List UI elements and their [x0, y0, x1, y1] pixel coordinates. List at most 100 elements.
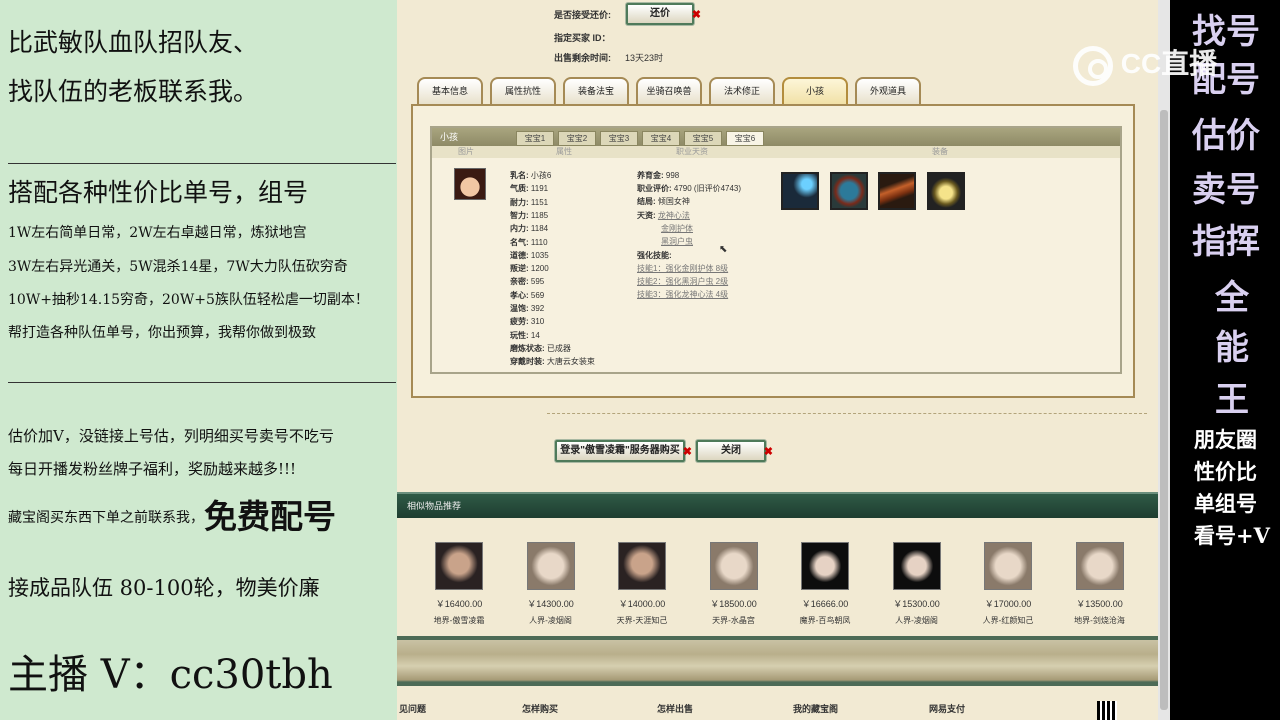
- stat-label: 温饱:: [510, 304, 529, 313]
- footer-link[interactable]: 怎样出售: [657, 702, 693, 715]
- col-prof: 职业天资: [676, 147, 708, 156]
- item-avatar[interactable]: [435, 542, 483, 590]
- ending-value: 倾国女神: [657, 197, 690, 206]
- item-price: ￥18500.00: [710, 599, 757, 609]
- similar-item[interactable]: ￥17000.00 人界-红颜知己: [968, 542, 1048, 626]
- similar-item[interactable]: ￥15300.00 人界-凌烟阁: [877, 542, 957, 626]
- skill-label: 强化技能:: [637, 250, 672, 261]
- eval-label: 职业评价:: [637, 184, 672, 193]
- close-button[interactable]: 关闭 ✖: [696, 440, 773, 462]
- eval-row: 职业评价: 4790 (旧评价4743): [637, 183, 741, 194]
- buyer-id-label: 指定买家 ID：: [554, 33, 611, 43]
- item-avatar[interactable]: [709, 542, 758, 590]
- stat-value: 595: [530, 277, 545, 287]
- item-price: ￥14300.00: [527, 599, 574, 609]
- item-server: 天界-水晶宫: [712, 616, 755, 625]
- talent-link[interactable]: 金刚护体: [661, 223, 693, 234]
- equipment-slot-4[interactable]: [927, 172, 965, 210]
- tab-appearance[interactable]: 外观道具: [855, 77, 921, 104]
- tab-basic-info[interactable]: 基本信息: [417, 77, 483, 104]
- tab-child[interactable]: 小孩: [782, 77, 848, 104]
- stat-value: 1184: [530, 224, 549, 234]
- eval-value: 4790 (旧评价4743): [673, 184, 742, 193]
- stat-row: 耐力: 1151: [510, 197, 548, 208]
- stat-value: 大唐云女装束: [546, 357, 595, 367]
- tab-baby-4[interactable]: 宝宝4: [642, 131, 680, 146]
- footer-link[interactable]: 网易支付: [929, 702, 965, 715]
- item-avatar[interactable]: [801, 542, 849, 590]
- tab-equipment[interactable]: 装备法宝: [563, 77, 629, 104]
- stat-value: 已成器: [546, 343, 571, 353]
- stat-label: 耐力:: [510, 197, 529, 207]
- item-avatar[interactable]: [618, 542, 666, 590]
- item-server: 人界-凌烟阁: [529, 616, 572, 625]
- skill-link[interactable]: 技能2：强化黑洞户虫 2级: [637, 276, 728, 287]
- item-avatar[interactable]: [892, 542, 941, 590]
- similar-item[interactable]: ￥18500.00 天界-水晶宫: [694, 542, 774, 626]
- item-avatar[interactable]: [984, 542, 1032, 590]
- skill-link[interactable]: 技能1：强化金刚护体 8级: [637, 263, 728, 274]
- similar-item[interactable]: ￥16666.00 魔界-百鸟朝凤: [785, 542, 865, 626]
- tab-baby-5[interactable]: 宝宝5: [684, 131, 722, 146]
- talent-label: 天资:: [637, 211, 656, 220]
- item-avatar[interactable]: [1075, 542, 1124, 590]
- similar-item[interactable]: ￥16400.00 地界-傲雪凌霜: [419, 542, 499, 626]
- talent-link[interactable]: 黑洞户虫: [661, 236, 693, 247]
- ad-line: 接成品队伍 80-100轮，物美价廉: [8, 576, 320, 600]
- stat-value: 1185: [530, 210, 549, 220]
- fund-value: 998: [665, 171, 680, 180]
- stat-label: 亲密:: [510, 277, 529, 287]
- item-server: 魔界-百鸟朝凤: [799, 616, 851, 625]
- similar-item[interactable]: ￥14000.00 天界-天涯知己: [602, 542, 682, 626]
- equipment-slot-3[interactable]: [878, 172, 916, 210]
- tab-spell-mod[interactable]: 法术修正: [709, 77, 775, 104]
- accept-counter-label: 是否接受还价:: [554, 10, 611, 20]
- tab-baby-1[interactable]: 宝宝1: [516, 131, 554, 146]
- footer-link[interactable]: 怎样购买: [522, 702, 558, 715]
- ad-big-line: 王: [1215, 380, 1249, 420]
- similar-item[interactable]: ￥13500.00 地界-剑烧沧海: [1060, 542, 1140, 626]
- footer-nav: 见问题 怎样购买 怎样出售 我的藏宝阁 网易支付: [397, 686, 1158, 720]
- ad-line: 藏宝阁买东西下单之前联系我，免费配号: [8, 490, 336, 538]
- ad-line: 找队伍的老板联系我。: [8, 77, 259, 106]
- footer-link[interactable]: 见问题: [399, 702, 426, 715]
- stat-row: 温饱: 392: [510, 303, 544, 314]
- cc-live-watermark: CC直播: [1073, 42, 1243, 92]
- ad-line: 估价加V，没链接上号估，列明细买号卖号不吃亏: [8, 427, 334, 445]
- tab-attributes[interactable]: 属性抗性: [490, 77, 556, 104]
- stat-row: 穿戴时装: 大唐云女装束: [510, 356, 595, 367]
- item-avatar[interactable]: [526, 542, 575, 590]
- stat-row: 玩性: 14: [510, 330, 540, 341]
- skill-label-text: 强化技能:: [637, 251, 672, 260]
- talent-link[interactable]: 龙神心法: [658, 211, 690, 220]
- tab-baby-6[interactable]: 宝宝6: [726, 131, 764, 146]
- ad-big-line: 指挥: [1192, 222, 1260, 262]
- tab-baby-2[interactable]: 宝宝2: [558, 131, 596, 146]
- time-left-value: 13天23时: [625, 53, 664, 63]
- stat-row: 孝心: 569: [510, 290, 544, 301]
- equipment-slot-1[interactable]: [781, 172, 819, 210]
- divider: [547, 413, 1147, 414]
- ad-small-line: 朋友圈: [1194, 427, 1257, 452]
- time-left-label: 出售剩余时间:: [554, 53, 611, 63]
- stat-value: 310: [530, 317, 545, 327]
- stat-label: 乳名:: [510, 171, 529, 180]
- item-price: ￥13500.00: [1076, 599, 1123, 609]
- footer-link[interactable]: 我的藏宝阁: [793, 702, 838, 715]
- stat-value: 1035: [530, 250, 549, 260]
- item-price: ￥15300.00: [893, 599, 940, 609]
- item-price: ￥16666.00: [801, 599, 849, 609]
- scrollbar[interactable]: [1158, 0, 1170, 720]
- tab-baby-3[interactable]: 宝宝3: [600, 131, 638, 146]
- skill-link[interactable]: 技能3：强化龙神心法 4级: [637, 289, 728, 300]
- scrollbar-thumb[interactable]: [1160, 110, 1168, 710]
- close-icon: ✖: [691, 9, 701, 21]
- counter-offer-button[interactable]: 还价 ✖: [626, 3, 701, 25]
- mouse-cursor-icon: ⬉: [719, 244, 728, 255]
- tab-mounts[interactable]: 坐骑召唤兽: [636, 77, 702, 104]
- login-buy-button[interactable]: 登录"傲雪凌霜"服务器购买 ✖: [555, 440, 692, 462]
- similar-item[interactable]: ￥14300.00 人界-凌烟阁: [511, 542, 591, 626]
- item-server: 地界-剑烧沧海: [1074, 616, 1125, 625]
- col-image: 图片: [458, 147, 474, 156]
- equipment-slot-2[interactable]: [830, 172, 868, 210]
